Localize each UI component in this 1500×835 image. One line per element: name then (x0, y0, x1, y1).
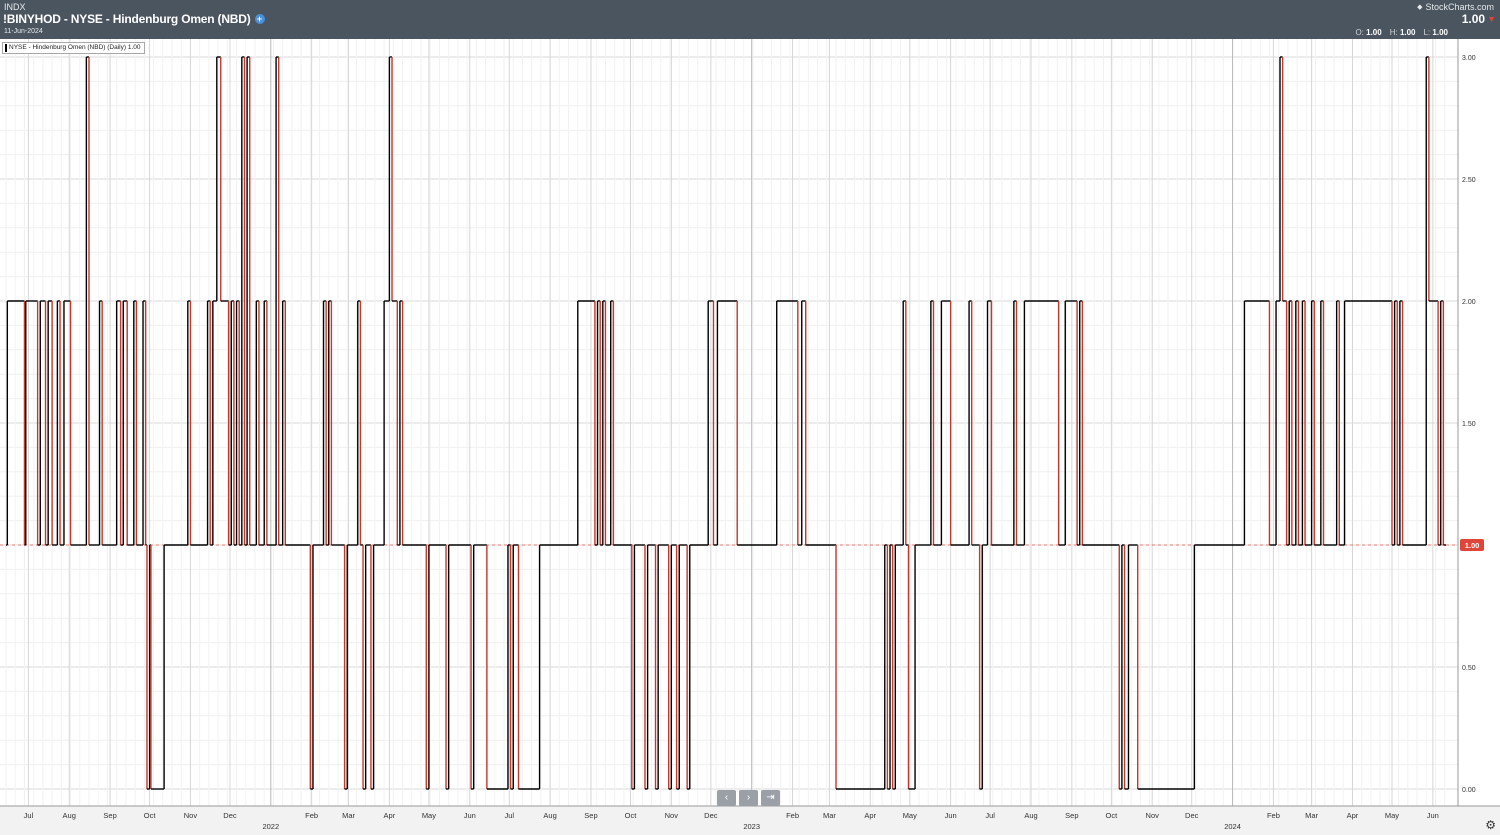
x-tick-label: Jun (1427, 811, 1439, 820)
x-tick-label: Mar (342, 811, 355, 820)
x-tick-label: Jul (985, 811, 995, 820)
legend-swatch (5, 44, 7, 52)
scroll-to-end-button[interactable]: ⇥ (761, 790, 780, 806)
last-price: 1.00 (1461, 12, 1486, 26)
symbol-title: !BINYHOD - NYSE - Hindenburg Omen (NBD) (3, 12, 251, 26)
year-label: 2022 (262, 822, 279, 831)
exchange-label: INDX (4, 2, 26, 12)
x-tick-label: Mar (823, 811, 836, 820)
x-tick-label: Aug (1024, 811, 1037, 820)
ohlc-readout: O: 1.00 H: 1.00 L: 1.00 (1355, 28, 1448, 37)
x-tick-label: Dec (223, 811, 237, 820)
x-tick-label: Dec (1185, 811, 1199, 820)
x-tick-label: Jun (464, 811, 476, 820)
chart-header: INDX !BINYHOD - NYSE - Hindenburg Omen (… (0, 0, 1500, 39)
y-tick-label: 3.00 (1462, 55, 1476, 62)
brand[interactable]: ◆ StockCharts.com (1417, 2, 1494, 12)
y-tick-label: 2.00 (1462, 299, 1476, 306)
gear-icon[interactable]: ⚙ (1485, 818, 1496, 832)
scroll-back-button[interactable]: ‹ (717, 790, 736, 806)
high-label: H: (1389, 28, 1398, 37)
low-value: 1.00 (1432, 28, 1448, 37)
x-tick-label: May (422, 811, 436, 820)
high-value: 1.00 (1399, 28, 1416, 37)
y-tick-label: 2.50 (1462, 177, 1476, 184)
x-tick-label: Apr (1347, 811, 1359, 820)
price-chart[interactable]: 3.00 2.50 2.00 1.50 1.00 0.50 0.00 Jul Aug Sep Oct… (0, 39, 1500, 835)
x-tick-label: Aug (543, 811, 556, 820)
x-tick-label: Oct (625, 811, 638, 820)
x-tick-label: Sep (103, 811, 116, 820)
x-tick-label: Sep (1065, 811, 1078, 820)
y-tick-label: 0.50 (1462, 665, 1476, 672)
y-tick-label: 1.50 (1462, 421, 1476, 428)
x-tick-label: Dec (704, 811, 718, 820)
x-tick-label: Apr (384, 811, 396, 820)
low-label: L: (1423, 28, 1431, 37)
last-value-label: 1.00 (1465, 541, 1480, 550)
add-to-list-icon[interactable]: + (254, 14, 265, 24)
chart-legend: NYSE - Hindenburg Omen (NBD) (Daily) 1.0… (2, 42, 145, 54)
x-tick-label: Feb (305, 811, 318, 820)
y-tick-label: 0.00 (1462, 787, 1476, 794)
x-tick-label: Nov (1146, 811, 1160, 820)
x-tick-label: Feb (1267, 811, 1280, 820)
x-tick-label: Nov (665, 811, 679, 820)
x-tick-label: Nov (184, 811, 198, 820)
brand-label: StockCharts.com (1425, 2, 1494, 12)
x-tick-label: Apr (864, 811, 876, 820)
last-price-row: 1.00 ▼ (1462, 12, 1496, 26)
scroll-forward-button[interactable]: › (739, 790, 758, 806)
year-label: 2024 (1224, 822, 1241, 831)
x-tick-label: Jul (24, 811, 34, 820)
x-tick-label: Mar (1305, 811, 1318, 820)
x-tick-label: Feb (786, 811, 799, 820)
x-tick-label: Oct (1106, 811, 1119, 820)
open-readout: O: 1.00 (1355, 28, 1381, 37)
stockcharts-logo-icon: ◆ (1417, 4, 1423, 11)
x-tick-label: Aug (63, 811, 76, 820)
open-label: O: (1355, 28, 1364, 37)
legend-label: NYSE - Hindenburg Omen (NBD) (Daily) 1.0… (9, 44, 141, 51)
x-tick-label: Oct (144, 811, 157, 820)
x-tick-label: May (1385, 811, 1399, 820)
year-label: 2023 (743, 822, 760, 831)
down-arrow-icon: ▼ (1487, 14, 1496, 24)
low-readout: L: 1.00 (1424, 28, 1448, 37)
title-row: !BINYHOD - NYSE - Hindenburg Omen (NBD) … (3, 12, 265, 26)
x-tick-label: Jun (945, 811, 957, 820)
x-tick-label: Sep (584, 811, 597, 820)
high-readout: H: 1.00 (1390, 28, 1416, 37)
x-tick-label: May (903, 811, 917, 820)
x-tick-label: Jul (504, 811, 514, 820)
chart-date: 11-Jun-2024 (4, 28, 43, 35)
open-value: 1.00 (1366, 28, 1382, 37)
